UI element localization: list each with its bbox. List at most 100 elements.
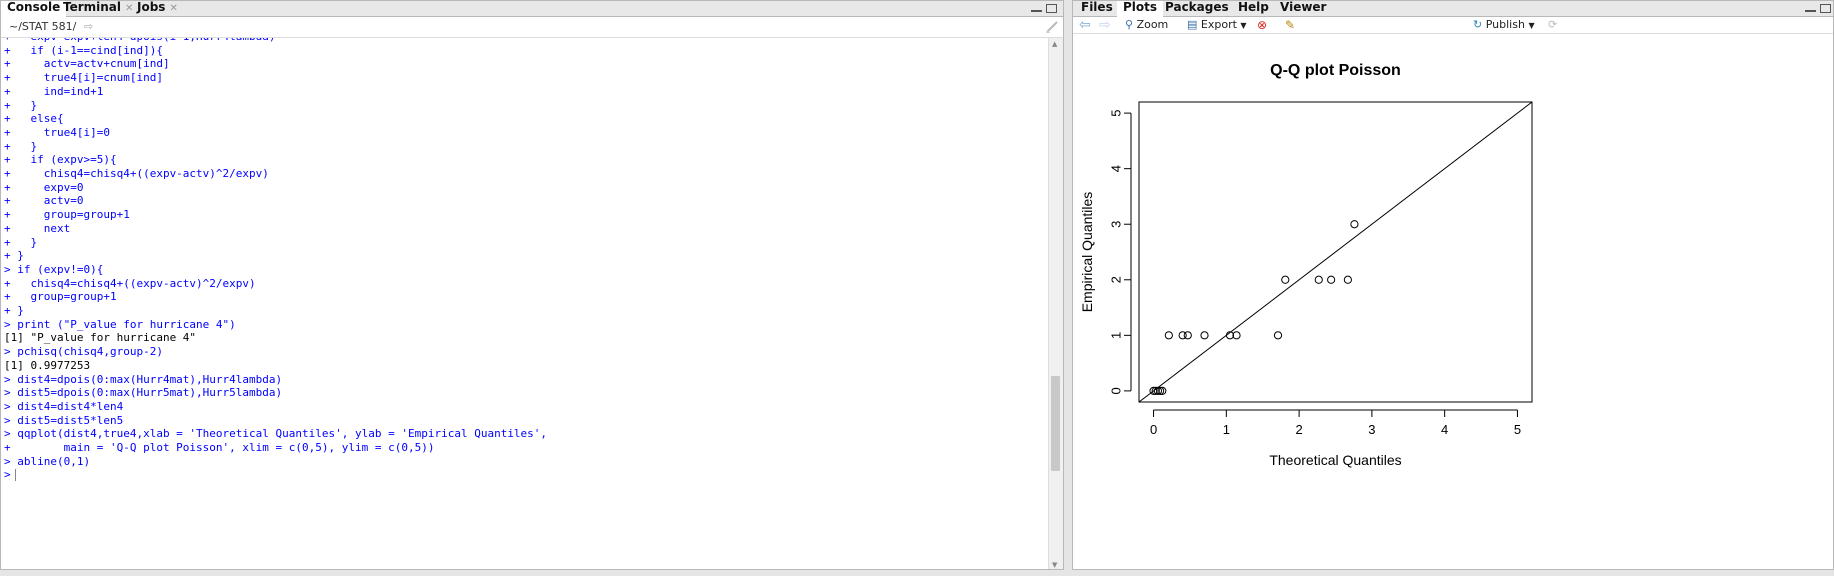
tab-plots[interactable]: Plots — [1117, 0, 1164, 17]
clear-console-icon[interactable] — [1045, 20, 1059, 34]
export-button[interactable]: ▤ Export ▼ — [1187, 17, 1247, 33]
reference-line — [1138, 101, 1533, 403]
console-command-line: + else{ — [4, 112, 64, 126]
publish-label: Publish — [1485, 18, 1525, 31]
tab-viewer[interactable]: Viewer — [1274, 1, 1332, 16]
data-point — [1327, 275, 1336, 284]
console-command-line: > abline(0,1) — [4, 454, 91, 468]
x-tick-label: 5 — [1514, 422, 1521, 437]
tab-files[interactable]: Files — [1075, 1, 1119, 16]
console-command-line: + if (i-1==cind[ind]){ — [4, 43, 163, 57]
console-command-line: + chisq4=chisq4+((expv-actv)^2/expv) — [4, 276, 256, 290]
back-arrow-icon[interactable]: ⇦ — [1079, 17, 1091, 33]
console-command-line: + actv=0 — [4, 194, 84, 208]
console-command-line: + } — [4, 304, 24, 317]
console-command-line: + next — [4, 221, 71, 235]
plots-toolbar: ⇦ ⇨ ⚲ Zoom ▤ Export ▼ ⊗ ✎ ↻ Publish ▼ ⟳ — [1073, 17, 1833, 34]
scroll-down-icon[interactable]: ▼ — [1052, 561, 1057, 569]
console-command-line: + true4[i]=cnum[ind] — [4, 71, 163, 85]
tab-terminal[interactable]: Terminal ✕ — [57, 1, 139, 16]
data-point — [1183, 331, 1192, 340]
tab-terminal-label: Terminal — [63, 0, 122, 14]
console-command-line: + } — [4, 98, 38, 112]
refresh-icon[interactable]: ⟳ — [1548, 17, 1557, 33]
console-output-line: [1] 0.9977253 — [4, 358, 91, 372]
console-cursor — [15, 469, 16, 482]
minimize-pane-button[interactable] — [1805, 9, 1816, 12]
console-tabbar: Console Terminal ✕ Jobs ✕ — [1, 1, 1063, 17]
x-tick-label: 3 — [1368, 422, 1375, 437]
tab-console-label: Console — [7, 0, 61, 14]
tab-help[interactable]: Help — [1232, 1, 1275, 16]
x-tick-label: 4 — [1441, 422, 1448, 437]
publish-button[interactable]: ↻ Publish ▼ — [1473, 17, 1535, 33]
y-tick-label: 0 — [1109, 387, 1124, 394]
console-command-line: + expv=0 — [4, 180, 84, 194]
console-command-line: > qqplot(dist4,true4,xlab = 'Theoretical… — [4, 427, 548, 441]
console-command-line: + } — [4, 139, 38, 153]
forward-arrow-icon[interactable]: ⇨ — [1099, 17, 1111, 33]
tab-jobs-label: Jobs — [137, 0, 166, 14]
plots-pane: Files Plots Packages Help Viewer ⇦ ⇨ ⚲ Z… — [1072, 0, 1834, 570]
data-point — [1314, 275, 1323, 284]
go-to-directory-icon[interactable]: ⇨ — [84, 20, 93, 33]
tab-help-label: Help — [1238, 0, 1269, 14]
zoom-magnifier-icon: ⚲ — [1125, 18, 1134, 31]
qq-plot-chart: Q-Q plot Poisson 0 1 2 3 4 5 0 1 2 3 4 5 Theoretical … — [1079, 62, 1533, 468]
y-tick-label: 5 — [1109, 109, 1124, 116]
console-command-line: > dist4=dpois(0:max(Hurr4mat),Hurr4lambd… — [4, 372, 283, 386]
x-axis-label: Theoretical Quantiles — [1269, 452, 1401, 468]
y-axis-label: Empirical Quantiles — [1079, 192, 1095, 313]
chevron-down-icon: ▼ — [1240, 21, 1247, 30]
data-point — [1273, 331, 1283, 340]
console-command-line: + actv=actv+cnum[ind] — [4, 57, 170, 71]
console-command-line: > if (expv!=0){ — [4, 262, 104, 276]
tab-jobs[interactable]: Jobs ✕ — [131, 1, 184, 16]
broom-icon[interactable]: ✎ — [1285, 17, 1295, 33]
y-tick-label: 2 — [1109, 276, 1124, 283]
y-tick-label: 4 — [1109, 165, 1124, 172]
y-tick-label: 3 — [1109, 221, 1124, 228]
console-scrollbar[interactable]: ▲ ▼ — [1048, 38, 1063, 569]
maximize-pane-button[interactable] — [1046, 4, 1057, 13]
console-command-line: > print ("P_value for hurricane 4") — [4, 317, 236, 331]
export-icon: ▤ — [1187, 18, 1198, 31]
x-tick-label: 2 — [1295, 422, 1302, 437]
console-command-line: > pchisq(chisq4,group-2) — [4, 345, 163, 359]
data-point — [1200, 331, 1209, 340]
chevron-down-icon: ▼ — [1528, 21, 1535, 30]
maximize-pane-button[interactable] — [1820, 4, 1831, 13]
console-pane: Console Terminal ✕ Jobs ✕ ~/STAT 581/ ⇨ + … — [0, 0, 1064, 570]
data-point — [1343, 275, 1352, 284]
zoom-button[interactable]: ⚲ Zoom — [1125, 17, 1168, 33]
zoom-label: Zoom — [1136, 18, 1169, 31]
console-command-line: + main = 'Q-Q plot Poisson', xlim = c(0,… — [4, 441, 435, 454]
console-output[interactable]: + expv=expv+len4*dpois(i-1,Hurr4lambda)+… — [1, 38, 1047, 569]
plot-viewer: Q-Q plot Poisson 0 1 2 3 4 5 0 1 2 3 4 5 Theoretical … — [1073, 34, 1833, 569]
close-icon[interactable]: ✕ — [169, 3, 177, 14]
console-command-line: > dist4=dist4*len4 — [4, 399, 124, 413]
scroll-up-icon[interactable]: ▲ — [1052, 40, 1057, 48]
export-label: Export — [1200, 18, 1237, 31]
x-tick-label: 1 — [1223, 422, 1230, 437]
publish-icon: ↻ — [1473, 18, 1483, 31]
console-command-line: + chisq4=chisq4+((expv-actv)^2/expv) — [4, 167, 269, 180]
console-command-line: + if (expv>=5){ — [4, 153, 117, 167]
tab-files-label: Files — [1081, 0, 1113, 14]
tab-plots-label: Plots — [1123, 0, 1158, 14]
chart-title: Q-Q plot Poisson — [1270, 62, 1401, 79]
console-command-line: + } — [4, 235, 38, 249]
minimize-pane-button[interactable] — [1031, 9, 1042, 12]
remove-plot-icon[interactable]: ⊗ — [1257, 17, 1267, 33]
console-command-line: > dist5=dpois(0:max(Hurr5mat),Hurr5lambd… — [4, 386, 283, 400]
console-command-line: + } — [4, 249, 24, 263]
console-command-line: + group=group+1 — [4, 290, 117, 304]
working-directory-bar: ~/STAT 581/ ⇨ — [1, 17, 1063, 38]
tab-packages[interactable]: Packages — [1159, 1, 1235, 16]
scrollbar-thumb[interactable] — [1051, 376, 1060, 471]
tab-packages-label: Packages — [1165, 0, 1229, 14]
y-tick-label: 1 — [1109, 332, 1124, 339]
console-output-line: [1] "P_value for hurricane 4" — [4, 331, 197, 345]
working-directory: ~/STAT 581/ — [9, 20, 77, 33]
plots-tabbar: Files Plots Packages Help Viewer — [1073, 1, 1833, 17]
